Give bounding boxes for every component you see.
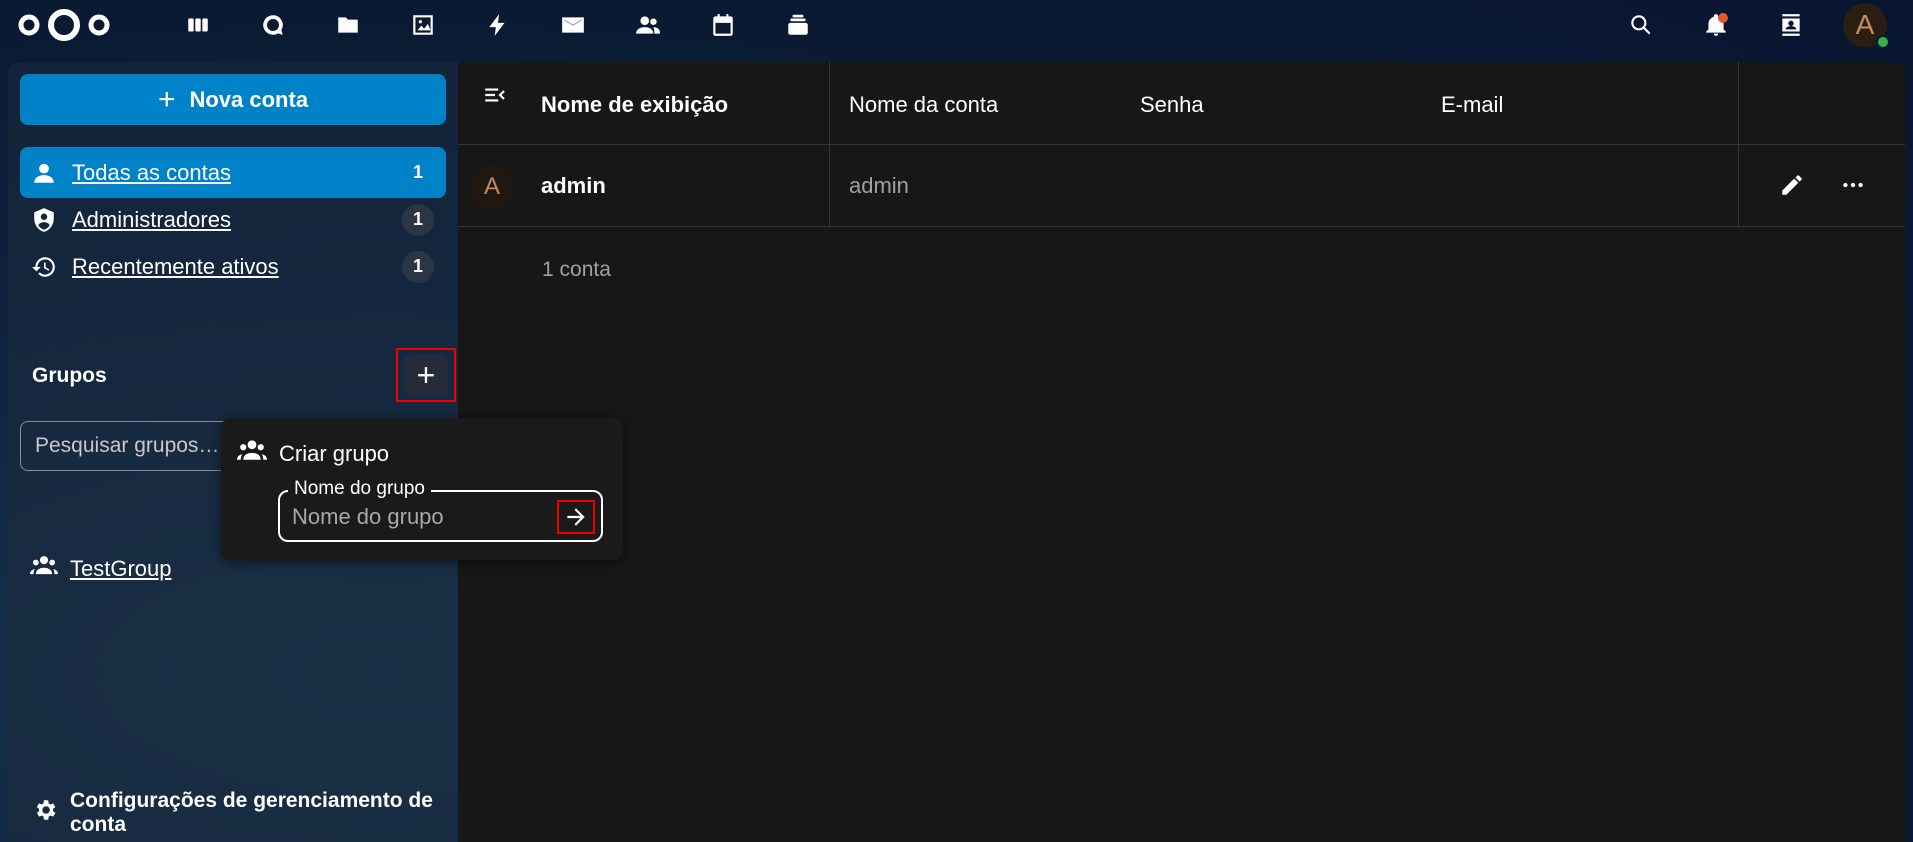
header-right: A: [1603, 0, 1913, 50]
group-icon: [20, 552, 70, 586]
edit-pencil-icon[interactable]: [1774, 167, 1810, 203]
mail-icon[interactable]: [535, 0, 610, 50]
top-header: A: [0, 0, 1913, 50]
sidebar-toggle-icon[interactable]: [482, 82, 512, 112]
calendar-icon[interactable]: [685, 0, 760, 50]
files-icon[interactable]: [310, 0, 385, 50]
photos-icon[interactable]: [385, 0, 460, 50]
nextcloud-logo[interactable]: [17, 8, 111, 42]
user-avatar-initial: A: [1855, 9, 1875, 40]
notifications-icon[interactable]: [1678, 0, 1753, 50]
column-header-email: E-mail: [1441, 92, 1504, 117]
gear-icon: [20, 797, 70, 829]
contacts-icon[interactable]: [610, 0, 685, 50]
talk-icon[interactable]: [235, 0, 310, 50]
group-name-input[interactable]: [292, 502, 542, 532]
count-badge: 1: [402, 203, 434, 236]
group-name-field: Nome do grupo: [278, 478, 603, 542]
deck-icon[interactable]: [760, 0, 835, 50]
group-item-label: TestGroup: [70, 556, 172, 581]
sidebar-item-label: Todas as contas: [72, 159, 231, 185]
new-account-button[interactable]: + Nova conta: [20, 74, 446, 125]
activity-icon[interactable]: [460, 0, 535, 50]
sidebar-item-label: Administradores: [72, 206, 231, 232]
app-menu: [160, 0, 835, 50]
new-account-label: Nova conta: [189, 86, 309, 112]
user-avatar[interactable]: A: [1843, 3, 1890, 49]
online-status-indicator: [1876, 35, 1890, 49]
create-group-popover: Criar grupo Nome do grupo: [221, 418, 623, 560]
table-header: Nome de exibição Nome da conta Senha E-m…: [458, 62, 1905, 145]
column-header-account-name[interactable]: Nome da conta: [849, 92, 998, 118]
popover-title: Criar grupo: [279, 441, 390, 466]
settings-label: Configurações de gerenciamento de conta: [70, 789, 433, 836]
display-name-cell: admin: [541, 173, 606, 198]
sidebar-item-administrators[interactable]: Administradores 1: [20, 194, 446, 245]
account-management-settings[interactable]: Configurações de gerenciamento de conta: [20, 789, 458, 836]
table-row: A admin admin: [458, 145, 1905, 227]
user-icon: [30, 159, 58, 187]
sidebar-item-all-accounts[interactable]: Todas as contas 1: [20, 147, 446, 198]
avatar[interactable]: A: [469, 164, 515, 210]
count-badge: 1: [412, 162, 423, 182]
plus-icon: +: [404, 355, 448, 395]
count-badge: 1: [402, 250, 434, 283]
group-search-input[interactable]: [20, 421, 255, 471]
sidebar-item-label: Recentemente ativos: [72, 253, 279, 279]
dashboard-icon[interactable]: [160, 0, 235, 50]
sidebar-item-recently-active[interactable]: Recentemente ativos 1: [20, 241, 446, 292]
popover-header: Criar grupo: [237, 436, 389, 472]
column-header-display-name[interactable]: Nome de exibição: [541, 92, 728, 118]
submit-group-button[interactable]: [557, 500, 595, 534]
shield-account-icon: [30, 206, 58, 234]
plus-icon: +: [157, 82, 176, 116]
account-name-cell: admin: [849, 173, 909, 198]
group-name-label: Nome do grupo: [288, 478, 431, 500]
more-actions-icon[interactable]: [1835, 167, 1871, 203]
arrow-right-icon: [567, 508, 585, 526]
column-header-password: Senha: [1140, 92, 1204, 117]
contacts-menu-icon[interactable]: [1753, 0, 1828, 50]
history-icon: [30, 253, 58, 281]
group-icon: [237, 436, 279, 472]
groups-section-title: Grupos: [32, 364, 107, 387]
account-count: 1 conta: [542, 258, 611, 281]
group-item-testgroup[interactable]: TestGroup: [20, 546, 172, 592]
accounts-table: Nome de exibição Nome da conta Senha E-m…: [458, 62, 1905, 842]
search-icon[interactable]: [1603, 0, 1678, 50]
add-group-button[interactable]: +: [396, 348, 456, 402]
notification-badge: [1718, 13, 1728, 23]
